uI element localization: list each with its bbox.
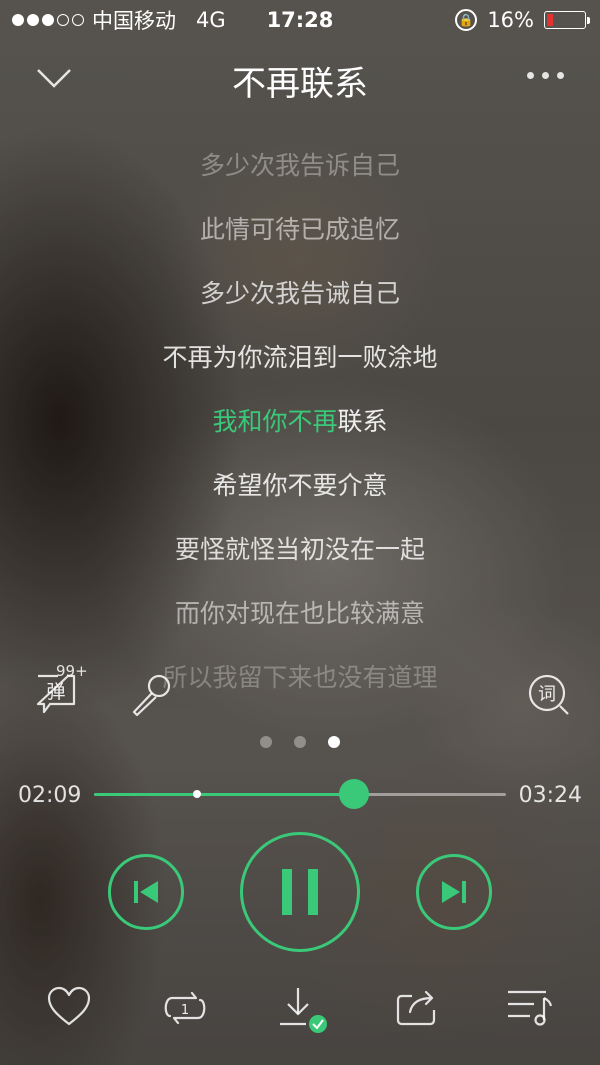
lyric-line: 要怪就怪当初没在一起 xyxy=(174,535,425,564)
share-icon[interactable] xyxy=(394,986,440,1028)
lyric-line: 多少次我告诉自己 xyxy=(199,151,400,180)
danmu-label: 弹 xyxy=(46,681,65,703)
current-lyric-line: 我和你不再联系 xyxy=(0,402,600,438)
lyric-line: 希望你不要介意 xyxy=(212,471,388,500)
lyrics-icon[interactable]: 词 xyxy=(526,672,572,718)
pause-button[interactable] xyxy=(240,832,360,952)
page-indicator[interactable] xyxy=(0,736,600,748)
current-lyric-rest: 联系 xyxy=(337,407,388,436)
page-dot[interactable] xyxy=(294,736,306,748)
pause-icon xyxy=(282,869,318,915)
download-done-icon[interactable] xyxy=(278,986,330,1034)
battery-percentage: 16% xyxy=(487,8,534,32)
lyrics-panel[interactable]: 多少次我告诉自己 此情可待已成追忆 多少次我告诫自己 不再为你流泪到一败涂地 我… xyxy=(0,130,600,690)
battery-icon xyxy=(544,11,590,29)
repeat-one-badge: 1 xyxy=(181,1003,189,1018)
progress-slider[interactable] xyxy=(94,779,506,809)
danmu-count-badge: 99+ xyxy=(56,662,88,680)
total-time: 03:24 xyxy=(518,783,582,808)
lyric-line: 所以我留下来也没有道理 xyxy=(162,663,438,690)
lyric-line: 不再为你流泪到一败涂地 xyxy=(162,343,438,372)
page-dot[interactable] xyxy=(328,736,340,748)
current-time: 02:09 xyxy=(18,783,82,808)
lyrics-label: 词 xyxy=(538,684,556,705)
current-lyric-sung: 我和你不再 xyxy=(212,407,338,436)
song-title: 不再联系 xyxy=(232,64,368,104)
more-horizontal-icon[interactable] xyxy=(527,72,564,79)
rotation-lock-icon: 🔒 xyxy=(455,9,478,31)
skip-previous-icon xyxy=(134,881,158,903)
battery-level xyxy=(547,14,554,26)
next-button[interactable] xyxy=(416,854,492,930)
player-header: 不再联系 xyxy=(0,50,600,110)
playlist-icon[interactable] xyxy=(506,986,554,1028)
heart-icon[interactable] xyxy=(46,986,92,1028)
lyric-line: 此情可待已成追忆 xyxy=(199,215,400,244)
skip-next-icon xyxy=(442,881,466,903)
lyric-line: 而你对现在也比较满意 xyxy=(174,599,425,628)
progress-fill xyxy=(94,793,355,796)
previous-button[interactable] xyxy=(108,854,184,930)
buffer-marker xyxy=(192,790,201,798)
repeat-one-icon[interactable]: 1 xyxy=(160,986,210,1030)
status-bar: 中国移动 4G 17:28 🔒 16% xyxy=(0,0,600,40)
microphone-icon[interactable] xyxy=(128,672,174,718)
lyric-line: 多少次我告诫自己 xyxy=(199,279,400,308)
page-dot[interactable] xyxy=(260,736,272,748)
